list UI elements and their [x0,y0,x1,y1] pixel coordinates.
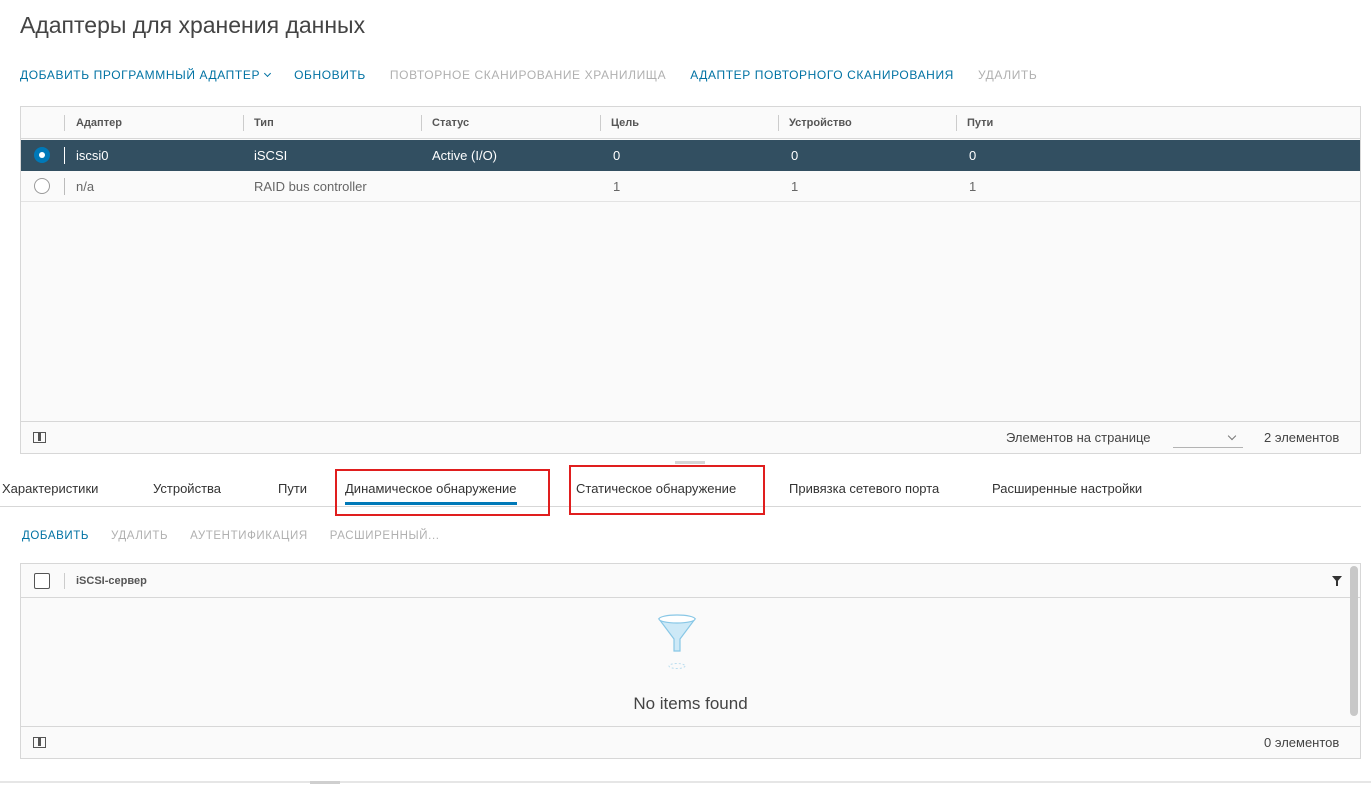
pane-splitter[interactable] [675,461,705,464]
cell-adapter: iscsi0 [76,148,109,163]
cell-type: RAID bus controller [254,179,367,194]
cell-paths: 1 [969,179,977,194]
highlight-box-dynamic [335,469,550,516]
adapters-grid-footer: Элементов на странице 2 элементов [21,421,1360,453]
column-target[interactable]: Цель [611,107,639,139]
column-separator [64,573,65,589]
column-separator[interactable] [421,115,422,131]
column-adapter[interactable]: Адаптер [76,107,122,139]
empty-state-message: No items found [633,694,748,713]
page-title: Адаптеры для хранения данных [20,12,366,38]
column-device[interactable]: Устройство [789,107,852,139]
filter-icon[interactable] [1332,576,1342,586]
row-radio[interactable] [34,178,50,194]
cell-paths: 0 [969,148,977,163]
select-all-checkbox[interactable] [34,573,50,589]
cell-device: 0 [791,148,799,163]
chevron-down-icon [1227,431,1237,441]
empty-funnel-icon [657,614,697,669]
advanced-button[interactable]: РАСШИРЕННЫЙ... [330,530,440,542]
cell-status: Active (I/O) [432,148,498,163]
authentication-button[interactable]: АУТЕНТИФИКАЦИЯ [190,530,308,542]
column-toggle-icon[interactable] [33,432,46,443]
servers-grid-header: iSCSI-сервер [21,564,1360,598]
cell-target: 1 [613,179,621,194]
tab-devices[interactable]: Устройства [153,466,221,507]
column-iscsi-server[interactable]: iSCSI-сервер [76,564,147,598]
tab-network-port-binding[interactable]: Привязка сетевого порта [789,466,939,507]
bottom-divider [0,781,1371,783]
rescan-storage-button[interactable]: ПОВТОРНОЕ СКАНИРОВАНИЕ ХРАНИЛИЩА [390,68,666,82]
table-row[interactable]: iscsi0 iSCSI Active (I/O) 0 0 0 [21,140,1360,171]
row-separator [64,178,65,195]
column-separator[interactable] [64,115,65,131]
add-software-adapter-button[interactable]: ДОБАВИТЬ ПРОГРАММНЫЙ АДАПТЕР [20,68,272,82]
tab-advanced-options[interactable]: Расширенные настройки [992,466,1142,507]
discovery-toolbar: ДОБАВИТЬ УДАЛИТЬ АУТЕНТИФИКАЦИЯ РАСШИРЕН… [22,530,462,542]
highlight-box-static [569,465,765,515]
add-software-adapter-label: ДОБАВИТЬ ПРОГРАММНЫЙ АДАПТЕР [20,68,261,82]
remove-server-button[interactable]: УДАЛИТЬ [111,530,168,542]
row-radio[interactable] [34,147,50,163]
row-separator [64,147,65,164]
rescan-adapter-button[interactable]: АДАПТЕР ПОВТОРНОГО СКАНИРОВАНИЯ [690,68,954,82]
adapters-grid-header: Адаптер Тип Статус Цель Устройство Пути [21,107,1360,139]
cell-device: 1 [791,179,799,194]
item-count: 0 элементов [1264,735,1340,750]
cell-type: iSCSI [254,148,288,163]
cell-adapter: n/a [76,179,95,194]
chevron-down-icon [264,69,272,77]
tab-properties[interactable]: Характеристики [2,466,98,507]
add-server-button[interactable]: ДОБАВИТЬ [22,530,89,542]
item-count: 2 элементов [1264,430,1340,445]
column-separator[interactable] [956,115,957,131]
column-paths[interactable]: Пути [967,107,993,139]
page-size-select[interactable] [1173,430,1243,448]
bottom-grip[interactable] [310,781,340,784]
servers-grid-footer: 0 элементов [21,726,1360,758]
adapter-toolbar: ДОБАВИТЬ ПРОГРАММНЫЙ АДАПТЕР ОБНОВИТЬ ПО… [20,66,1061,84]
tab-paths[interactable]: Пути [278,466,307,507]
iscsi-servers-grid: iSCSI-сервер No items found 0 элементов [20,563,1361,759]
page-size-label: Элементов на странице [1006,430,1151,445]
table-row[interactable]: n/a RAID bus controller 1 1 1 [21,171,1360,202]
adapters-grid: Адаптер Тип Статус Цель Устройство Пути … [20,106,1361,454]
column-separator[interactable] [243,115,244,131]
column-toggle-icon[interactable] [33,737,46,748]
remove-adapter-button[interactable]: УДАЛИТЬ [978,68,1037,82]
column-type[interactable]: Тип [254,107,274,139]
refresh-button[interactable]: ОБНОВИТЬ [294,68,366,82]
column-separator[interactable] [600,115,601,131]
column-separator[interactable] [778,115,779,131]
cell-target: 0 [613,148,621,163]
column-status[interactable]: Статус [432,107,469,139]
